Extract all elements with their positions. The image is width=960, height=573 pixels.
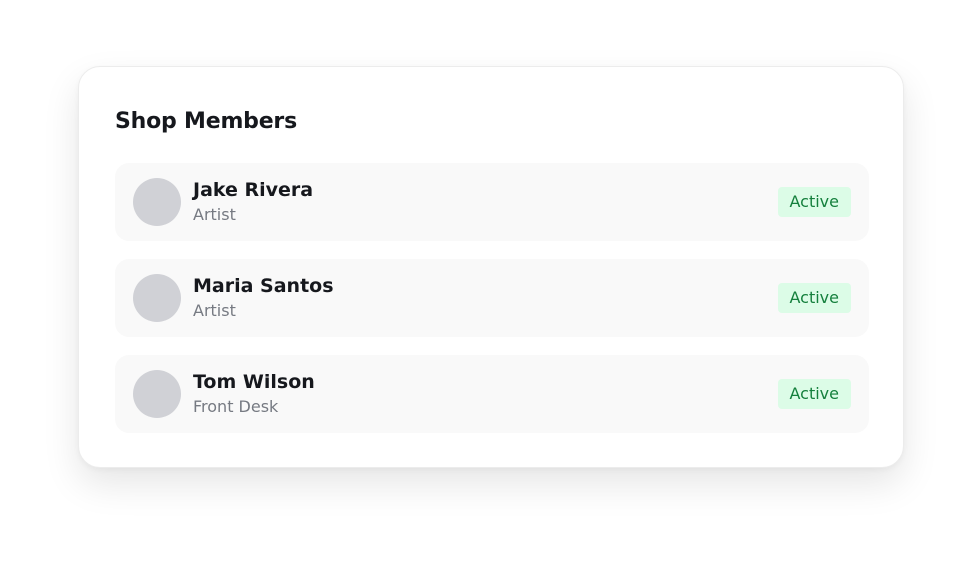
member-row[interactable]: Maria Santos Artist Active — [115, 259, 869, 337]
member-info: Maria Santos Artist — [193, 274, 334, 322]
member-role: Artist — [193, 205, 236, 224]
member-row[interactable]: Jake Rivera Artist Active — [115, 163, 869, 241]
status-badge: Active — [777, 379, 851, 409]
members-list: Jake Rivera Artist Active Maria Santos A… — [115, 163, 869, 451]
member-role: Front Desk — [193, 397, 279, 416]
member-name: Jake Rivera — [193, 179, 314, 201]
members-card: Shop Members Jake Rivera Artist Active M… — [78, 66, 904, 468]
status-badge: Active — [777, 283, 851, 313]
member-info: Tom Wilson Front Desk — [193, 370, 315, 418]
member-name: Maria Santos — [193, 275, 334, 297]
member-role: Artist — [193, 301, 236, 320]
status-badge: Active — [777, 187, 851, 217]
avatar — [133, 178, 181, 226]
avatar — [133, 274, 181, 322]
member-row[interactable]: Tom Wilson Front Desk Active — [115, 355, 869, 433]
avatar — [133, 370, 181, 418]
card-title: Shop Members — [115, 109, 297, 134]
member-info: Jake Rivera Artist — [193, 178, 313, 226]
member-name: Tom Wilson — [193, 371, 315, 393]
